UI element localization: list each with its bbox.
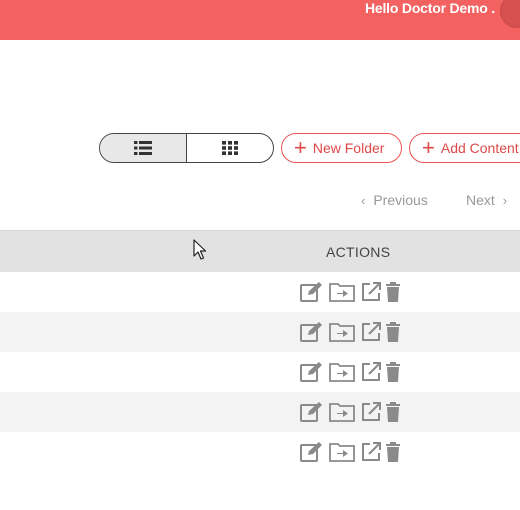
edit-icon[interactable] bbox=[300, 441, 324, 463]
row-actions bbox=[300, 401, 401, 423]
grid-view-button[interactable] bbox=[187, 134, 274, 162]
new-folder-label: New Folder bbox=[312, 140, 385, 156]
chevron-right-icon: › bbox=[502, 192, 508, 208]
delete-icon[interactable] bbox=[385, 361, 401, 383]
new-folder-button[interactable]: + New Folder bbox=[281, 133, 402, 163]
move-to-folder-icon[interactable] bbox=[329, 322, 355, 342]
table-row bbox=[0, 312, 520, 352]
open-external-icon[interactable] bbox=[360, 361, 382, 383]
move-to-folder-icon[interactable] bbox=[329, 402, 355, 422]
open-external-icon[interactable] bbox=[360, 401, 382, 423]
add-content-label: Add Content bbox=[440, 140, 519, 156]
delete-icon[interactable] bbox=[385, 321, 401, 343]
edit-icon[interactable] bbox=[300, 361, 324, 383]
edit-icon[interactable] bbox=[300, 401, 324, 423]
mouse-cursor-icon bbox=[193, 239, 207, 260]
chevron-left-icon: ‹ bbox=[361, 192, 366, 208]
delete-icon[interactable] bbox=[385, 281, 401, 303]
list-icon bbox=[133, 141, 152, 155]
user-avatar[interactable] bbox=[500, 0, 520, 28]
table-header: ACTIONS bbox=[0, 230, 520, 272]
top-bar: Hello Doctor Demo . bbox=[0, 0, 520, 40]
plus-icon: + bbox=[294, 135, 307, 160]
plus-icon: + bbox=[422, 135, 435, 160]
table-row bbox=[0, 272, 520, 312]
table-row bbox=[0, 352, 520, 392]
delete-icon[interactable] bbox=[385, 401, 401, 423]
grid-icon bbox=[221, 141, 238, 155]
next-label: Next bbox=[466, 192, 495, 208]
edit-icon[interactable] bbox=[300, 281, 324, 303]
move-to-folder-icon[interactable] bbox=[329, 362, 355, 382]
move-to-folder-icon[interactable] bbox=[329, 282, 355, 302]
user-greeting: Hello Doctor Demo . bbox=[365, 0, 495, 16]
move-to-folder-icon[interactable] bbox=[329, 442, 355, 462]
table-row bbox=[0, 392, 520, 432]
table-row bbox=[0, 432, 520, 472]
edit-icon[interactable] bbox=[300, 321, 324, 343]
open-external-icon[interactable] bbox=[360, 321, 382, 343]
delete-icon[interactable] bbox=[385, 441, 401, 463]
actions-column-header: ACTIONS bbox=[326, 244, 391, 260]
list-view-button[interactable] bbox=[100, 134, 187, 162]
row-actions bbox=[300, 321, 401, 343]
add-content-button[interactable]: + Add Content bbox=[409, 133, 520, 163]
row-actions bbox=[300, 281, 401, 303]
open-external-icon[interactable] bbox=[360, 281, 382, 303]
previous-label: Previous bbox=[373, 192, 428, 208]
previous-page-link[interactable]: ‹ Previous bbox=[361, 192, 428, 208]
row-actions bbox=[300, 361, 401, 383]
view-toggle bbox=[99, 133, 274, 163]
next-page-link[interactable]: Next › bbox=[466, 192, 507, 208]
open-external-icon[interactable] bbox=[360, 441, 382, 463]
row-actions bbox=[300, 441, 401, 463]
